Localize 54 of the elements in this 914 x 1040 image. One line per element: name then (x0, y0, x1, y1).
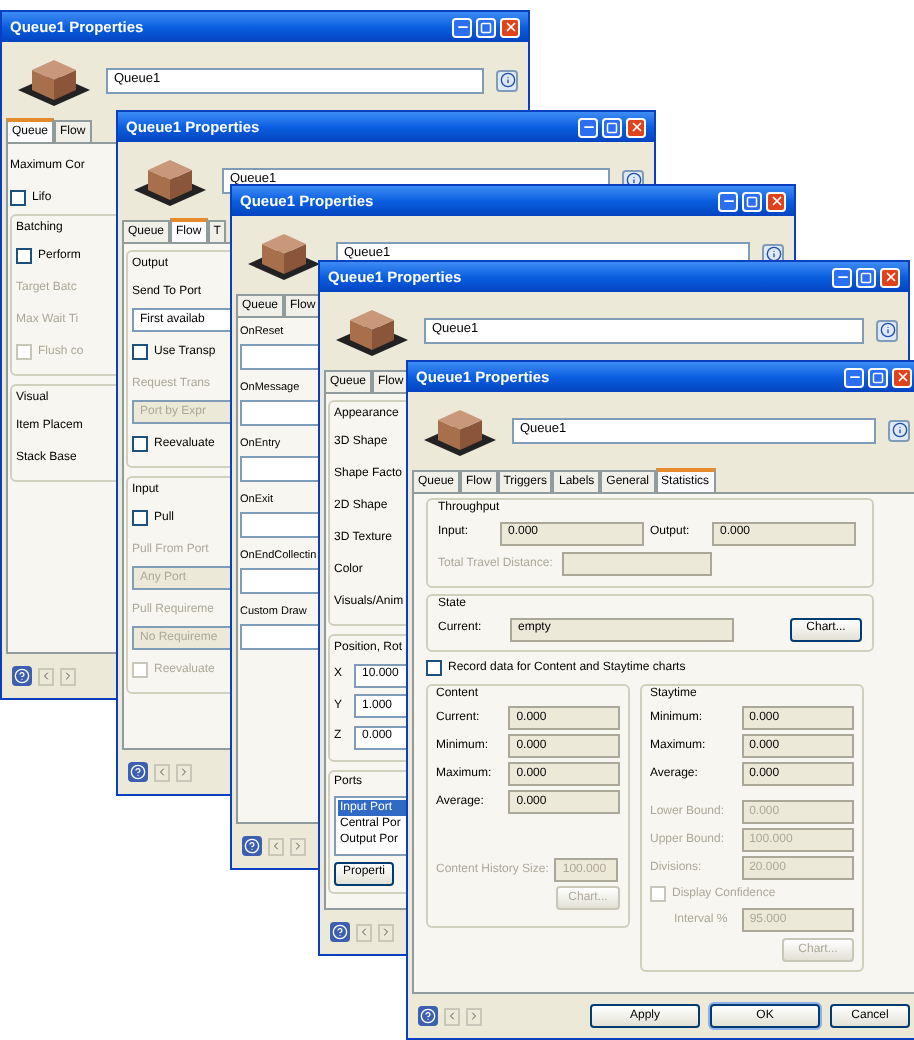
minimize-icon (847, 370, 861, 384)
close-button[interactable] (892, 367, 912, 387)
close-icon (769, 194, 783, 208)
close-icon (629, 120, 643, 134)
help-icon (420, 1008, 436, 1024)
help-button[interactable] (128, 762, 148, 782)
info-icon (625, 172, 641, 188)
help-icon (332, 924, 348, 940)
maximize-icon (872, 371, 884, 383)
help-icon (244, 838, 260, 854)
info-icon (879, 322, 895, 338)
maximize-button[interactable] (476, 17, 496, 37)
minimize-button[interactable] (832, 267, 852, 287)
info-button[interactable] (888, 419, 910, 441)
close-icon (883, 270, 897, 284)
maximize-button[interactable] (856, 267, 876, 287)
minimize-button[interactable] (844, 367, 864, 387)
checkbox[interactable] (10, 190, 26, 206)
maximize-icon (860, 271, 872, 283)
minimize-icon (455, 20, 469, 34)
info-button[interactable] (496, 69, 518, 91)
minimize-icon (721, 194, 735, 208)
maximize-icon (480, 21, 492, 33)
minimize-icon (835, 270, 849, 284)
maximize-icon (746, 195, 758, 207)
checkbox[interactable] (132, 436, 148, 452)
help-button[interactable] (12, 666, 32, 686)
maximize-button[interactable] (742, 191, 762, 211)
info-icon (499, 72, 515, 88)
minimize-button[interactable] (718, 191, 738, 211)
minimize-button[interactable] (452, 17, 472, 37)
close-button[interactable] (880, 267, 900, 287)
help-icon (14, 668, 30, 684)
checkbox[interactable] (132, 510, 148, 526)
checkbox[interactable] (426, 660, 442, 676)
close-icon (503, 20, 517, 34)
help-button[interactable] (330, 922, 350, 942)
close-button[interactable] (500, 17, 520, 37)
info-icon (765, 246, 781, 262)
minimize-icon (581, 120, 595, 134)
checkbox[interactable] (16, 248, 32, 264)
checkbox[interactable] (132, 344, 148, 360)
help-icon (130, 764, 146, 780)
maximize-button[interactable] (602, 117, 622, 137)
help-button[interactable] (242, 836, 262, 856)
maximize-icon (606, 121, 618, 133)
minimize-button[interactable] (578, 117, 598, 137)
close-button[interactable] (766, 191, 786, 211)
info-icon (891, 422, 907, 438)
close-icon (895, 370, 909, 384)
maximize-button[interactable] (868, 367, 888, 387)
info-button[interactable] (876, 319, 898, 341)
help-button[interactable] (418, 1006, 438, 1026)
close-button[interactable] (626, 117, 646, 137)
